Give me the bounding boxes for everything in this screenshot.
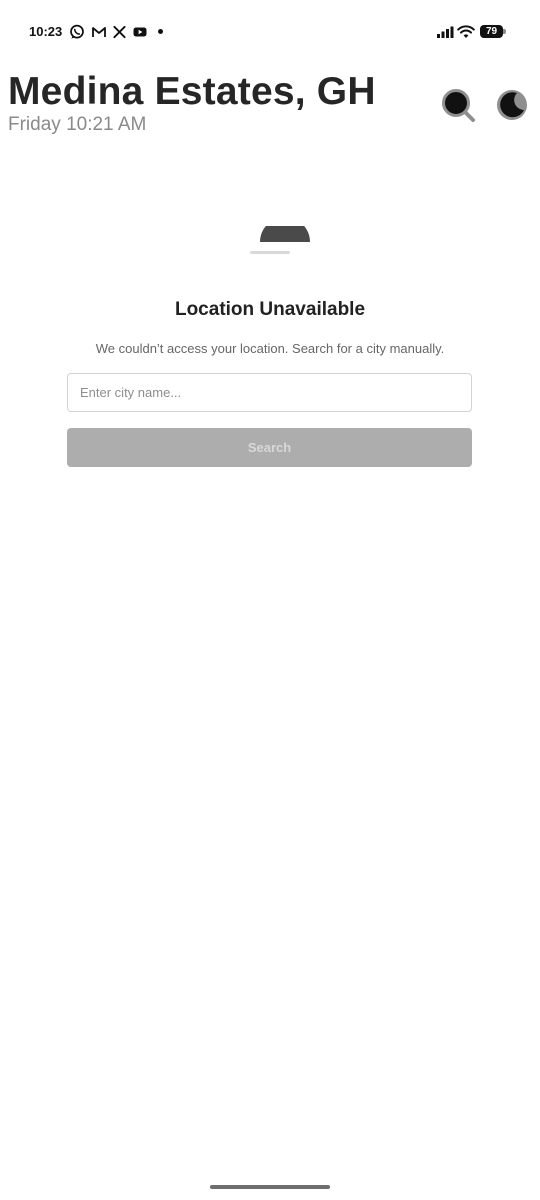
divider — [250, 251, 290, 254]
gmail-icon — [92, 27, 106, 37]
weather-app-screen: 10:23 79 Medina Estates, GH Friday 10:21… — [0, 0, 540, 1200]
whatsapp-icon — [70, 24, 84, 39]
cellular-signal-icon — [437, 26, 454, 38]
city-search-input[interactable] — [67, 373, 472, 412]
battery-icon: 79 — [480, 25, 506, 38]
youtube-icon — [133, 27, 147, 37]
location-unavailable-message: We couldn’t access your location. Search… — [95, 341, 445, 356]
status-time: 10:23 — [29, 24, 63, 39]
location-title: Medina Estates, GH — [8, 70, 376, 113]
moon-icon[interactable] — [493, 86, 531, 124]
search-icon[interactable] — [439, 86, 477, 124]
home-indicator[interactable] — [210, 1185, 330, 1189]
x-icon — [113, 25, 126, 39]
wifi-icon — [457, 25, 475, 38]
city-search-button[interactable]: Search — [67, 428, 472, 467]
status-bar: 10:23 79 — [0, 0, 540, 62]
location-unavailable-title: Location Unavailable — [174, 299, 366, 320]
date-time-label: Friday 10:21 AM — [8, 114, 147, 135]
loading-spinner-icon — [260, 226, 310, 242]
notification-dot-icon — [158, 29, 163, 34]
battery-level: 79 — [485, 26, 498, 37]
